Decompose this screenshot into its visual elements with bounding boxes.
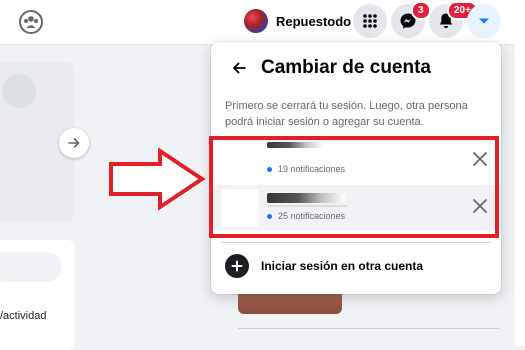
- account-button[interactable]: [467, 4, 501, 38]
- next-stories-button[interactable]: [59, 128, 89, 158]
- grid-menu-icon: [363, 14, 377, 28]
- dropdown-header: Cambiar de cuenta: [227, 56, 431, 80]
- messenger-badge: 3: [411, 1, 431, 20]
- messenger-button[interactable]: 3: [391, 1, 431, 38]
- dropdown-title: Cambiar de cuenta: [261, 57, 431, 78]
- back-button[interactable]: [227, 56, 251, 80]
- top-navigation-bar: Repuestodo 3 20+: [0, 0, 525, 45]
- avatar: [244, 9, 268, 33]
- plus-icon: [225, 254, 249, 278]
- add-account-button[interactable]: Iniciar sesión en otra cuenta: [225, 254, 423, 278]
- page-edge: [515, 44, 525, 346]
- divider: [238, 328, 500, 329]
- notifications-button[interactable]: 20+: [429, 1, 478, 38]
- profile-name: Repuestodo: [276, 13, 352, 29]
- caret-down-icon: [479, 18, 489, 24]
- add-account-label: Iniciar sesión en otra cuenta: [261, 259, 424, 273]
- menu-button[interactable]: [353, 4, 387, 38]
- search-input[interactable]: [0, 252, 62, 282]
- annotation-arrow: [109, 148, 206, 210]
- activity-link[interactable]: /actividad: [0, 310, 46, 322]
- arrow-left-icon: [233, 62, 246, 74]
- profile-shortcut[interactable]: Repuestodo: [240, 5, 359, 37]
- dropdown-description: Primero se cerrará tu sesión. Luego, otr…: [225, 100, 468, 128]
- left-panel: /actividad: [0, 240, 75, 350]
- divider: [221, 242, 491, 243]
- annotation-highlight-box: [209, 136, 499, 238]
- avatar: [2, 74, 36, 108]
- groups-icon[interactable]: [18, 9, 44, 35]
- arrow-right-icon: [68, 138, 80, 148]
